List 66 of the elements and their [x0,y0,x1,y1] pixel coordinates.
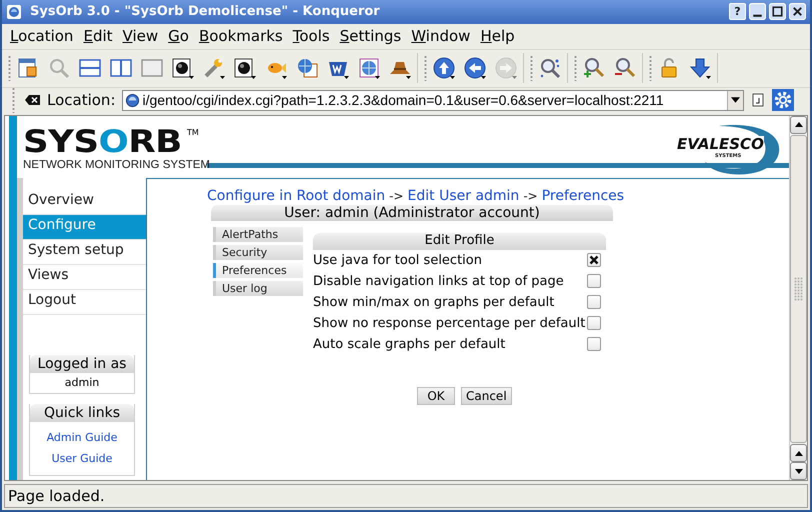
status-bar: Page loaded. [4,484,808,508]
caret-icon [730,97,740,104]
help-button[interactable]: ? [729,3,746,20]
up-triangle-icon [794,450,802,456]
menu-item[interactable]: Go [163,27,194,46]
breadcrumb-link[interactable]: Edit User admin [408,188,520,205]
checkbox[interactable] [587,295,601,310]
side-tab[interactable]: Preferences [213,262,303,278]
window-title: SysOrb 3.0 - "SysOrb Demolicense" - Konqueror [30,4,381,20]
menu-item[interactable]: Tools [288,27,335,46]
checkbox[interactable] [587,337,601,352]
side-tab[interactable]: User log [213,280,303,296]
maximize-icon[interactable] [769,3,786,20]
globe-icon [124,92,140,108]
panel-heading: Edit Profile [313,232,606,250]
url-field[interactable]: i/gentoo/cgi/index.cgi?path=1.2.3.2.3&domain=0.1&user=0.6&server=localhost:2211 [122,90,744,111]
logo-wordmark: SYSORB [23,128,182,156]
box-heading: Quick links [30,404,134,422]
location-label: Location: [47,91,116,110]
menu-item[interactable]: Edit [78,27,118,46]
section-heading: User: admin (Administrator account) [211,204,613,221]
checkbox[interactable] [587,253,601,268]
minimize-icon[interactable] [749,3,766,20]
breadcrumb-separator: -> [523,188,538,205]
menu-item[interactable]: Help [475,27,520,46]
form-button[interactable]: OK [417,386,455,405]
app-icon[interactable] [6,4,22,20]
logo-tagline: NETWORK MONITORING SYSTEM [23,158,210,171]
menu-item[interactable]: Bookmarks [194,27,288,46]
form-button[interactable]: Cancel [461,386,512,405]
option-label: Show min/max on graphs per default [313,294,554,310]
breadcrumb-separator: -> [389,188,404,205]
guide-link[interactable]: User Guide [52,452,112,465]
user-name: admin [64,376,100,390]
scrollbar-handle[interactable] [794,276,803,301]
side-tab[interactable]: Security [213,244,303,260]
down-triangle-icon [794,468,802,474]
up-triangle-icon [794,122,802,128]
option-label: Show no response percentage per default [313,316,586,331]
clear-icon[interactable] [25,94,41,106]
menu-item[interactable]: Window [406,27,476,46]
scroll-down-button[interactable] [790,462,807,480]
trademark-sign: TM [186,128,199,137]
option-label: Disable navigation links at top of page [313,274,564,289]
nav-item[interactable]: System setup [23,240,146,265]
breadcrumb-link[interactable]: Preferences [542,188,624,205]
partner-logo: EVALESCO [677,136,764,152]
nav-item[interactable]: Views [23,264,146,290]
box-heading: Logged in as [30,354,134,373]
checkbox[interactable] [587,316,601,330]
scroll-up-button[interactable] [790,116,807,134]
close-icon[interactable] [789,3,806,20]
document-icon[interactable] [750,92,766,108]
guide-link[interactable]: Admin Guide [46,430,118,444]
option-label: Auto scale graphs per default [313,336,506,352]
breadcrumb-link[interactable]: Configure in Root domain [207,188,386,205]
gear-icon[interactable] [772,89,794,112]
option-label: Use java for tool selection [313,252,482,268]
menu-item[interactable]: Location [5,27,78,46]
dropdown-button[interactable] [726,90,742,110]
checkbox[interactable] [587,274,601,288]
nav-item[interactable]: Logout [23,290,146,315]
scroll-up-button[interactable] [790,444,807,462]
menu-item[interactable]: Settings [334,27,406,46]
menu-item[interactable]: View [118,27,164,46]
side-tab[interactable]: AlertPaths [213,226,303,242]
